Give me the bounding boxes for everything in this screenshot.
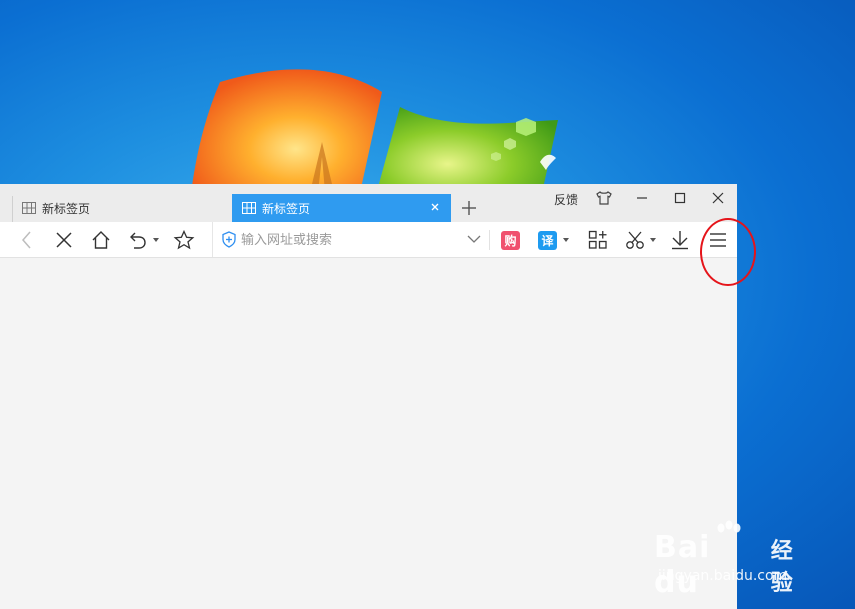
star-icon[interactable] xyxy=(173,229,195,251)
chevron-down-icon[interactable] xyxy=(153,238,159,242)
tab-label: 新标签页 xyxy=(42,201,91,216)
close-icon[interactable] xyxy=(429,201,441,213)
stop-icon[interactable] xyxy=(53,229,75,251)
chevron-down-icon[interactable] xyxy=(650,238,656,242)
tab-new-tab-1[interactable]: 新标签页 xyxy=(0,194,230,222)
translate-button[interactable]: 译 xyxy=(538,231,557,250)
tab-label: 新标签页 xyxy=(262,201,311,216)
paw-icon xyxy=(717,520,741,533)
minimize-icon[interactable] xyxy=(632,190,652,206)
windows-logo xyxy=(190,69,558,202)
tab-new-tab-active[interactable]: 新标签页 xyxy=(232,194,451,222)
scissors-icon[interactable] xyxy=(624,229,646,251)
chevron-down-icon[interactable] xyxy=(563,238,569,242)
shopping-button[interactable]: 购 xyxy=(501,231,520,250)
home-icon[interactable] xyxy=(90,229,112,251)
browser-window: 新标签页 新标签页 反馈 输入网址或搜索 购 译 xyxy=(0,184,737,609)
back-icon[interactable] xyxy=(16,229,38,251)
grid-icon xyxy=(242,202,256,214)
maximize-icon[interactable] xyxy=(670,190,690,206)
baidu-watermark: Bai du 经验 jingyan.baidu.com xyxy=(654,520,814,600)
navigation-toolbar: 购 译 xyxy=(0,222,737,258)
watermark-baidu-text: Bai du xyxy=(654,530,711,600)
page-content xyxy=(0,258,737,609)
menu-icon[interactable] xyxy=(707,229,729,251)
tab-bar: 新标签页 新标签页 反馈 xyxy=(0,184,737,222)
undo-icon[interactable] xyxy=(127,229,149,251)
chevron-down-icon[interactable] xyxy=(467,234,481,244)
address-bar xyxy=(212,222,489,257)
shield-icon xyxy=(222,231,236,248)
watermark-url: jingyan.baidu.com xyxy=(658,568,788,584)
grid-icon xyxy=(22,202,36,214)
toolbar-divider xyxy=(489,230,490,250)
plus-icon[interactable] xyxy=(459,198,479,218)
close-icon[interactable] xyxy=(708,190,728,206)
address-input[interactable] xyxy=(239,230,463,251)
skin-icon[interactable] xyxy=(594,190,614,206)
feedback-link[interactable]: 反馈 xyxy=(554,191,578,208)
download-icon[interactable] xyxy=(669,229,691,251)
watermark-jingyan-text: 经验 xyxy=(770,539,793,596)
apps-icon[interactable] xyxy=(587,229,609,251)
